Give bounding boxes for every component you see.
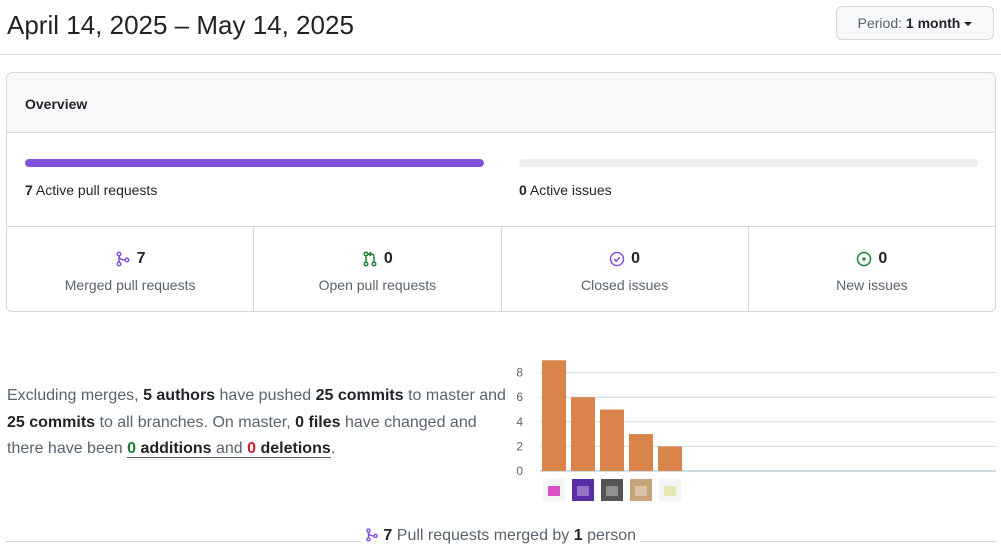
merged-pr-icon xyxy=(366,528,378,542)
merged-pull-requests-summary: 7 Pull requests merged by 1 person xyxy=(0,525,1001,547)
master-commits-count: 25 commits xyxy=(315,387,404,404)
commit-bar xyxy=(658,446,682,471)
open-pull-requests-count: 0 xyxy=(383,250,393,267)
commit-summary: Excluding merges, 5 authors have pushed … xyxy=(7,383,507,463)
active-pull-requests-label: Active pull requests xyxy=(35,182,158,198)
caret-down-icon xyxy=(964,22,973,27)
open-pull-requests-label: Open pull requests xyxy=(318,277,437,293)
y-tick-label: 4 xyxy=(516,415,523,429)
new-issues-count: 0 xyxy=(878,250,888,267)
overview-header: Overview xyxy=(7,73,995,133)
y-tick-label: 2 xyxy=(516,439,523,453)
period-dropdown-button[interactable]: Period: 1 month xyxy=(836,6,994,40)
closed-issue-icon xyxy=(609,251,625,267)
merged-pr-icon xyxy=(116,251,130,267)
stat-closed-issues[interactable]: 0 Closed issues xyxy=(502,227,749,311)
period-label: Period: xyxy=(857,15,902,31)
author-avatar[interactable] xyxy=(543,479,565,501)
author-avatar[interactable] xyxy=(601,479,623,501)
stat-new-issues[interactable]: 0 New issues xyxy=(749,227,995,311)
additions-count: 0 xyxy=(127,440,136,457)
summary-text: . xyxy=(330,440,336,457)
author-avatar[interactable] xyxy=(659,479,681,501)
footer-text: Pull requests merged by xyxy=(392,527,574,544)
y-tick-label: 6 xyxy=(516,390,523,404)
stat-open-pull-requests[interactable]: 0 Open pull requests xyxy=(254,227,502,311)
commit-bar xyxy=(629,434,653,471)
summary-text: have pushed xyxy=(215,387,316,404)
summary-text: and xyxy=(211,440,248,457)
open-pr-icon xyxy=(363,251,377,267)
additions-label: additions xyxy=(136,440,212,457)
active-issues-link[interactable]: 0 Active issues xyxy=(519,180,612,200)
merged-pull-requests-count: 7 xyxy=(136,250,146,267)
active-issues-count: 0 xyxy=(519,182,527,198)
page-header: April 14, 2025 – May 14, 2025 Period: 1 … xyxy=(0,0,1001,55)
y-tick-label: 0 xyxy=(516,464,523,478)
author-avatar[interactable] xyxy=(630,479,652,501)
commit-bar xyxy=(571,397,595,471)
merged-pull-requests-label: Merged pull requests xyxy=(64,277,196,293)
all-commits-count: 25 commits xyxy=(7,413,96,431)
files-changed-count: 0 files xyxy=(295,413,341,431)
closed-issues-count: 0 xyxy=(631,250,641,267)
period-value: 1 month xyxy=(905,15,961,31)
commit-bar xyxy=(600,409,624,471)
summary-text: to master and xyxy=(403,387,506,404)
merging-people-count: 1 xyxy=(573,527,583,544)
footer-text: person xyxy=(582,527,637,544)
pull-requests-progress-fill xyxy=(25,159,484,167)
stats-row: 7 Merged pull requests 0 Open pull reque… xyxy=(7,226,995,311)
deletions-count: 0 xyxy=(247,440,257,457)
active-issues-label: Active issues xyxy=(529,182,612,198)
overview-title: Overview xyxy=(25,96,88,112)
deletions-label: deletions xyxy=(256,440,331,457)
additions-deletions-link[interactable]: 0 additions and 0 deletions xyxy=(127,440,331,458)
active-pull-requests-count: 7 xyxy=(25,182,33,198)
commits-by-author-chart: 0 2 4 6 8 xyxy=(516,360,996,501)
date-range-title: April 14, 2025 – May 14, 2025 xyxy=(7,10,354,40)
new-issues-label: New issues xyxy=(836,277,908,293)
overview-box: Overview 7 Active pull requests 0 Active… xyxy=(6,72,996,312)
authors-count: 5 authors xyxy=(143,387,216,404)
pull-requests-progress-bar[interactable] xyxy=(25,159,484,167)
merged-pull-requests-total: 7 xyxy=(383,527,393,544)
closed-issues-label: Closed issues xyxy=(581,277,669,293)
stat-merged-pull-requests[interactable]: 7 Merged pull requests xyxy=(7,227,255,311)
new-issue-icon xyxy=(857,251,872,267)
summary-text: Excluding merges, xyxy=(7,387,144,404)
summary-text: to all branches. On master, xyxy=(95,413,296,431)
active-pull-requests-link[interactable]: 7 Active pull requests xyxy=(25,180,157,200)
commit-bar xyxy=(542,360,566,471)
author-avatar[interactable] xyxy=(572,479,594,501)
issues-progress-bar[interactable] xyxy=(519,159,978,167)
y-tick-label: 8 xyxy=(516,366,523,380)
